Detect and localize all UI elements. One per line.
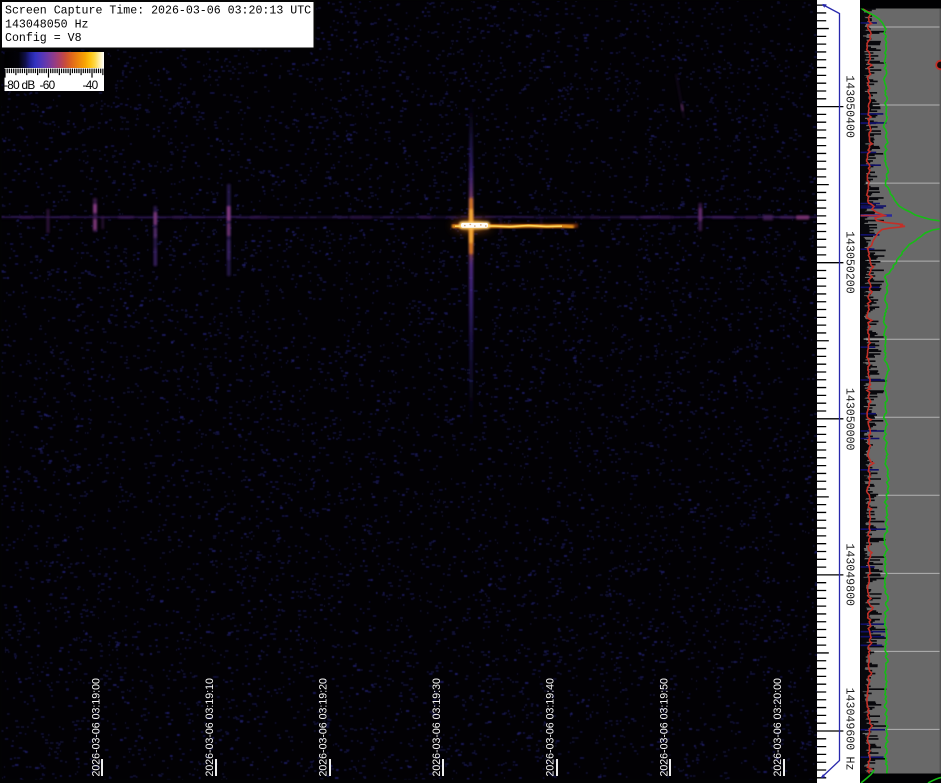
svg-text:2026-03-06 03:19:00: 2026-03-06 03:19:00 — [90, 678, 102, 776]
svg-text:143050400: 143050400 — [843, 75, 856, 138]
svg-text:-60: -60 — [40, 78, 56, 92]
svg-text:2026-03-06 03:19:20: 2026-03-06 03:19:20 — [318, 678, 330, 776]
svg-text:-40: -40 — [83, 78, 99, 92]
svg-text:143048050 Hz: 143048050 Hz — [5, 18, 89, 31]
svg-text:143050200: 143050200 — [843, 231, 856, 294]
svg-text:143049800: 143049800 — [843, 543, 856, 606]
svg-text:2026-03-06 03:19:30: 2026-03-06 03:19:30 — [431, 678, 443, 776]
svg-text:143049600: 143049600 — [843, 688, 856, 751]
svg-text:-80 dB: -80 dB — [4, 78, 35, 92]
svg-text:143050000: 143050000 — [843, 388, 856, 451]
svg-text:2026-03-06 03:19:50: 2026-03-06 03:19:50 — [658, 678, 670, 776]
svg-text:Screen Capture Time: 2026-03-0: Screen Capture Time: 2026-03-06 03:20:13… — [5, 5, 311, 18]
svg-text:2026-03-06 03:19:40: 2026-03-06 03:19:40 — [545, 678, 557, 776]
svg-text:Config = V8: Config = V8 — [5, 32, 82, 45]
svg-text:2026-03-06 03:20:00: 2026-03-06 03:20:00 — [772, 678, 784, 776]
svg-text:Hz: Hz — [843, 757, 856, 771]
svg-text:2026-03-06 03:19:10: 2026-03-06 03:19:10 — [204, 678, 216, 776]
